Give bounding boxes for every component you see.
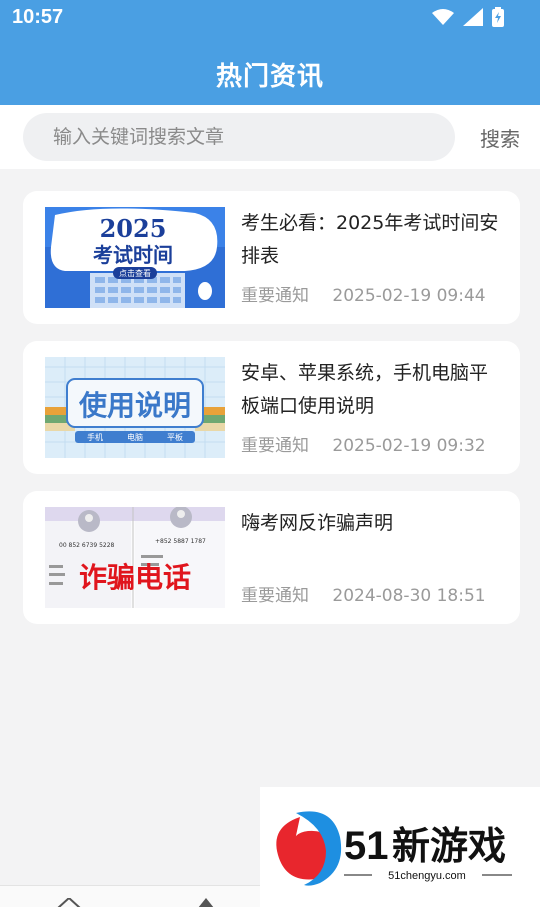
bottom-nav [0, 885, 260, 907]
thumb-phone-right: +852 5887 1787 [155, 538, 206, 545]
thumb-tag-2: 电脑 [127, 432, 143, 442]
article-card[interactable]: 2025 考试时间 点击查看 考生必看：2025年考试时间安排表 重要通知 20… [23, 191, 520, 324]
search-button[interactable]: 搜索 [480, 123, 520, 152]
article-category: 重要通知 [241, 286, 309, 306]
thumb-heading: 考试时间 [93, 243, 173, 267]
thumb-heading: 使用说明 [78, 389, 191, 422]
watermark-brand: 新游戏 [392, 824, 506, 868]
thumb-year: 2025 [100, 214, 167, 243]
article-thumbnail: 2025 考试时间 点击查看 [45, 207, 225, 308]
article-date: 2025-02-19 09:32 [332, 436, 486, 456]
thumb-heading: 诈骗电话 [79, 561, 191, 594]
article-card[interactable]: 使用说明 手机 电脑 平板 安卓、苹果系统，手机电脑平板端口使用说明 重要通知 … [23, 341, 520, 474]
watermark-url: 51chengyu.com [388, 870, 466, 882]
search-bar: 搜索 [0, 105, 540, 169]
wifi-icon [432, 9, 454, 25]
article-meta: 重要通知 2024-08-30 18:51 [241, 581, 486, 606]
status-icons [432, 7, 504, 27]
watermark-number: 51 [344, 824, 389, 868]
thumb-tag-3: 平板 [167, 432, 183, 442]
signal-icon [463, 8, 483, 26]
article-title[interactable]: 考生必看：2025年考试时间安排表 [241, 207, 503, 273]
profile-tab-icon[interactable] [196, 898, 216, 907]
article-thumbnail: 使用说明 手机 电脑 平板 [45, 357, 225, 458]
article-meta: 重要通知 2025-02-19 09:32 [241, 431, 486, 456]
thumb-badge: 点击查看 [119, 268, 151, 278]
article-date: 2025-02-19 09:44 [332, 286, 486, 306]
article-title[interactable]: 嗨考网反诈骗声明 [241, 507, 503, 540]
article-date: 2024-08-30 18:51 [332, 586, 486, 606]
search-input[interactable] [23, 113, 455, 161]
status-bar: 10:57 [0, 0, 540, 36]
battery-icon [492, 7, 504, 27]
article-card[interactable]: 00 852 6739 5228 +852 5887 1787 诈骗电话 嗨考网… [23, 491, 520, 624]
article-thumbnail: 00 852 6739 5228 +852 5887 1787 诈骗电话 [45, 507, 225, 608]
thumb-phone-left: 00 852 6739 5228 [59, 542, 115, 549]
watermark-logo: 51 新游戏 51chengyu.com [260, 787, 540, 907]
article-category: 重要通知 [241, 436, 309, 456]
thumb-tag-1: 手机 [87, 432, 103, 442]
article-meta: 重要通知 2025-02-19 09:44 [241, 281, 486, 306]
home-tab-icon[interactable] [56, 898, 82, 907]
article-title[interactable]: 安卓、苹果系统，手机电脑平板端口使用说明 [241, 357, 503, 423]
status-time: 10:57 [12, 6, 64, 28]
page-title: 热门资讯 [215, 62, 324, 92]
article-category: 重要通知 [241, 586, 309, 606]
app-header: 10:57 热门资讯 [0, 0, 540, 105]
